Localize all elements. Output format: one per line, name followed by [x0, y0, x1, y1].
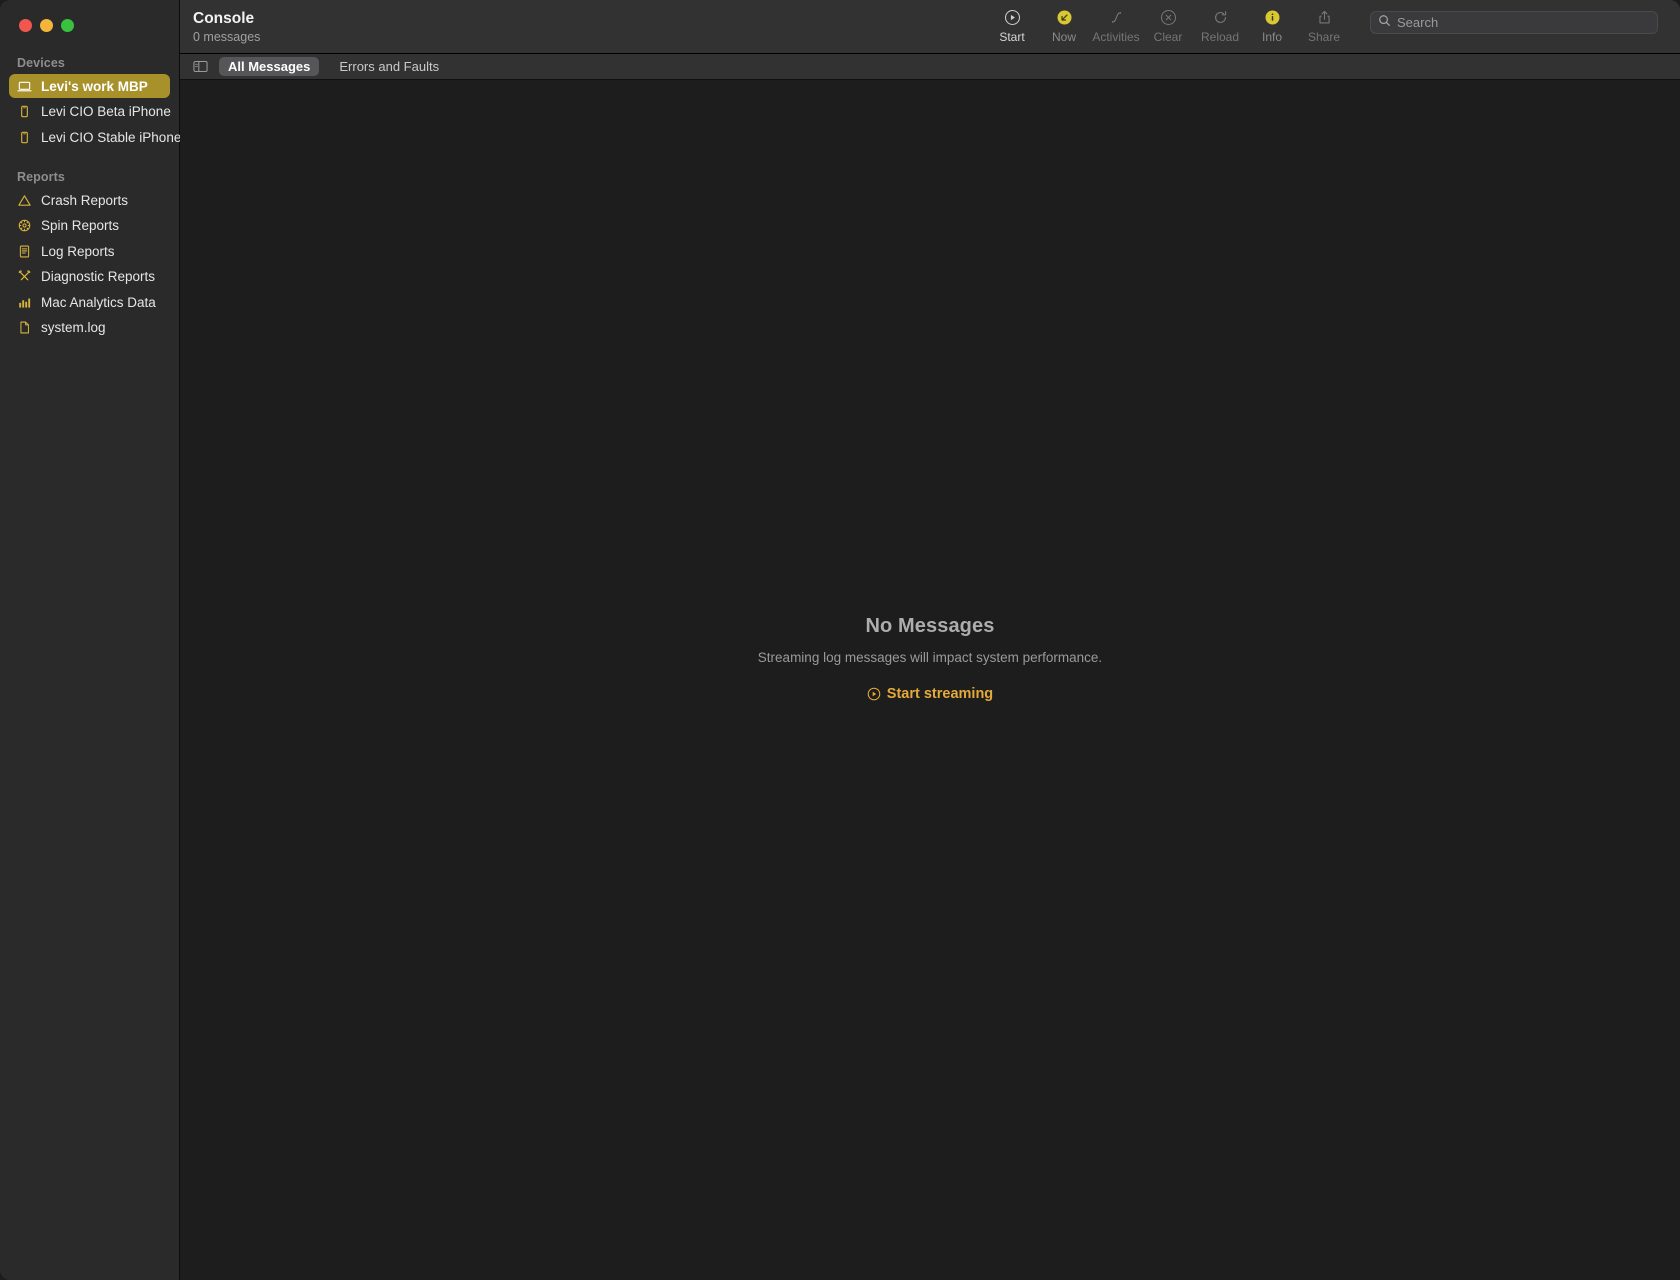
play-circle-icon — [867, 687, 881, 701]
sidebar-item-label: Levi's work MBP — [41, 78, 148, 94]
filter-bar: All Messages Errors and Faults — [180, 54, 1680, 80]
laptop-icon — [17, 79, 32, 94]
close-button[interactable] — [19, 19, 32, 32]
page-title: Console — [193, 10, 255, 27]
minimize-button[interactable] — [40, 19, 53, 32]
sidebar-item-levi-cio-stable-iphone[interactable]: Levi CIO Stable iPhone — [9, 125, 181, 149]
activities-button[interactable]: Activities — [1090, 7, 1142, 44]
activities-icon — [1108, 7, 1125, 27]
sidebar-item-label: Log Reports — [41, 243, 115, 259]
now-button[interactable]: Now — [1038, 7, 1090, 44]
content-pane: Console 0 messages Start Now Activities … — [180, 0, 1680, 1280]
iphone-icon — [17, 130, 32, 145]
sidebar-item-label: Spin Reports — [41, 218, 120, 233]
console-window: Devices Levi's work MBP Levi CIO Beta iP… — [0, 0, 1680, 1280]
toolbar-label: Share — [1307, 30, 1341, 44]
info-circle-icon — [1264, 7, 1281, 27]
sidebar-item-mac-analytics-data[interactable]: Mac Analytics Data — [9, 290, 170, 314]
tab-errors-and-faults[interactable]: Errors and Faults — [330, 57, 448, 76]
title-block: Console 0 messages — [180, 0, 260, 45]
maximize-button[interactable] — [61, 19, 74, 32]
clear-circle-icon — [1160, 7, 1177, 27]
bar-chart-icon — [17, 295, 32, 310]
tools-icon — [17, 269, 32, 284]
sidebar-toggle-icon[interactable] — [193, 60, 208, 73]
search-input[interactable] — [1397, 15, 1650, 30]
empty-state-title: No Messages — [865, 614, 995, 637]
search-icon — [1378, 14, 1391, 32]
share-button[interactable]: Share — [1298, 7, 1350, 44]
sidebar-item-label: Diagnostic Reports — [41, 269, 156, 284]
iphone-icon — [17, 104, 32, 119]
sidebar-item-label: Mac Analytics Data — [41, 294, 156, 310]
sidebar-item-label: system.log — [41, 320, 106, 335]
sidebar-item-label: Levi CIO Beta iPhone — [41, 104, 171, 119]
clear-button[interactable]: Clear — [1142, 7, 1194, 44]
sidebar-item-spin-reports[interactable]: Spin Reports — [9, 214, 170, 238]
reload-icon — [1212, 7, 1229, 27]
traffic-lights — [0, 0, 179, 32]
toolbar-label: Clear — [1153, 30, 1183, 44]
sidebar-item-levis-work-mbp[interactable]: Levi's work MBP — [9, 74, 170, 98]
sidebar-item-system-log[interactable]: system.log — [9, 316, 170, 340]
spinner-wheel-icon — [17, 218, 32, 233]
sidebar-item-log-reports[interactable]: Log Reports — [9, 239, 170, 263]
empty-state-subtitle: Streaming log messages will impact syste… — [757, 649, 1103, 665]
start-streaming-label: Start streaming — [886, 685, 994, 702]
sidebar-section-devices: Devices — [17, 56, 65, 70]
message-count: 0 messages — [193, 30, 261, 44]
start-streaming-link[interactable]: Start streaming — [867, 686, 993, 702]
sidebar: Devices Levi's work MBP Levi CIO Beta iP… — [0, 0, 181, 1280]
sidebar-item-diagnostic-reports[interactable]: Diagnostic Reports — [9, 265, 170, 289]
warning-triangle-icon — [17, 193, 32, 208]
sidebar-item-label: Crash Reports — [41, 192, 129, 208]
toolbar-label: Activities — [1092, 30, 1140, 44]
sidebar-item-levi-cio-beta-iphone[interactable]: Levi CIO Beta iPhone — [9, 100, 171, 124]
toolbar-label: Reload — [1200, 30, 1240, 44]
share-icon — [1316, 7, 1333, 27]
toolbar-label: Start — [999, 30, 1025, 44]
sidebar-section-reports: Reports — [17, 170, 65, 184]
toolbar-buttons: Start Now Activities Clear Reload Info S… — [986, 7, 1350, 44]
toolbar-label: Now — [1051, 30, 1076, 44]
now-arrow-icon — [1056, 7, 1073, 27]
tab-all-messages[interactable]: All Messages — [219, 57, 320, 76]
play-circle-icon — [1004, 7, 1021, 27]
message-list-area: No Messages Streaming log messages will … — [180, 80, 1680, 1280]
empty-state: No Messages Streaming log messages will … — [758, 615, 1102, 702]
reload-button[interactable]: Reload — [1194, 7, 1246, 44]
document-lines-icon — [17, 244, 32, 259]
file-icon — [17, 320, 32, 335]
search-field[interactable] — [1370, 11, 1658, 34]
toolbar-label: Info — [1261, 30, 1282, 44]
sidebar-item-label: Levi CIO Stable iPhone — [41, 129, 182, 145]
start-button[interactable]: Start — [986, 7, 1038, 44]
info-button[interactable]: Info — [1246, 7, 1298, 44]
toolbar: Console 0 messages Start Now Activities … — [180, 0, 1680, 54]
sidebar-item-crash-reports[interactable]: Crash Reports — [9, 188, 170, 212]
